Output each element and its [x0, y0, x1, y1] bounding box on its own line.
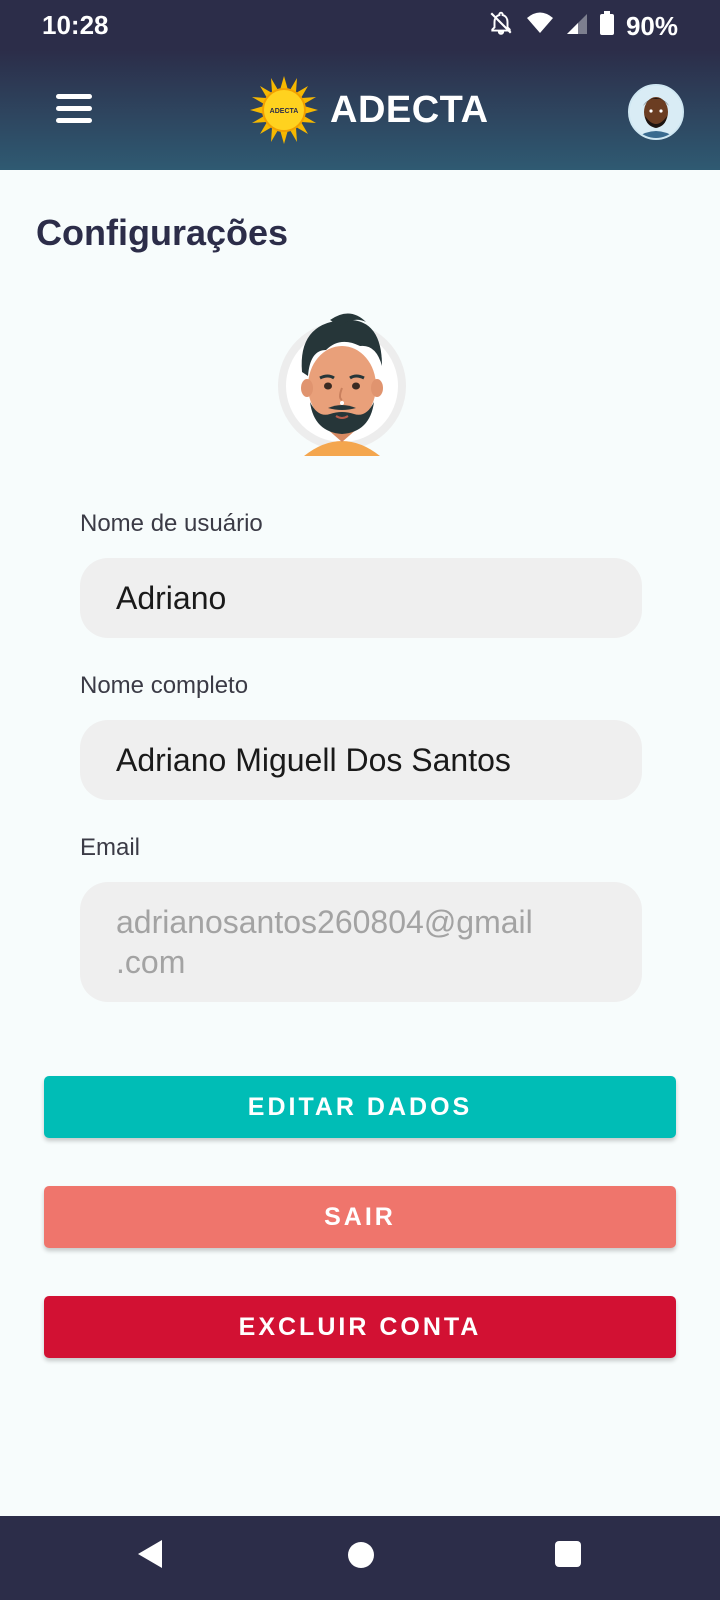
- status-bar: 10:28 90%: [0, 0, 720, 50]
- bell-off-icon: [488, 10, 514, 43]
- profile-avatar[interactable]: [270, 306, 414, 458]
- fullname-input[interactable]: Adriano Miguell Dos Santos: [80, 720, 642, 800]
- home-icon[interactable]: [348, 1542, 374, 1568]
- email-label: Email: [80, 834, 141, 861]
- menu-icon[interactable]: [56, 94, 92, 124]
- status-icons: 90%: [488, 10, 678, 43]
- username-input[interactable]: Adriano: [80, 558, 642, 638]
- username-label: Nome de usuário: [80, 510, 263, 537]
- delete-account-button[interactable]: EXCLUIR CONTA: [44, 1296, 676, 1358]
- email-field: adrianosantos260804@gmail .com: [80, 882, 642, 1002]
- email-value: adrianosantos260804@gmail .com: [116, 902, 533, 982]
- logout-button[interactable]: SAIR: [44, 1186, 676, 1248]
- wifi-icon: [526, 11, 554, 42]
- system-nav-bar: [0, 1516, 720, 1600]
- edit-data-button[interactable]: EDITAR DADOS: [44, 1076, 676, 1138]
- status-time: 10:28: [42, 10, 109, 40]
- email-value-line2: .com: [116, 944, 186, 980]
- battery-icon: [599, 11, 614, 42]
- fullname-label: Nome completo: [80, 672, 249, 699]
- app-header: ADECTA ADECTA: [0, 50, 720, 170]
- avatar[interactable]: [628, 84, 684, 140]
- battery-percentage: 90%: [625, 11, 678, 41]
- email-value-line1: adrianosantos260804@gmail: [116, 904, 533, 940]
- page-title: Configurações: [36, 212, 289, 253]
- logo-text: ADECTA: [270, 108, 299, 115]
- fullname-value: Adriano Miguell Dos Santos: [116, 741, 511, 778]
- sun-logo: ADECTA: [250, 76, 318, 144]
- brand: ADECTA ADECTA: [250, 74, 489, 146]
- back-icon[interactable]: [138, 1540, 162, 1568]
- username-value: Adriano: [116, 579, 227, 616]
- app-name: ADECTA: [330, 88, 489, 131]
- signal-icon: [566, 11, 588, 42]
- recent-apps-icon[interactable]: [555, 1541, 581, 1567]
